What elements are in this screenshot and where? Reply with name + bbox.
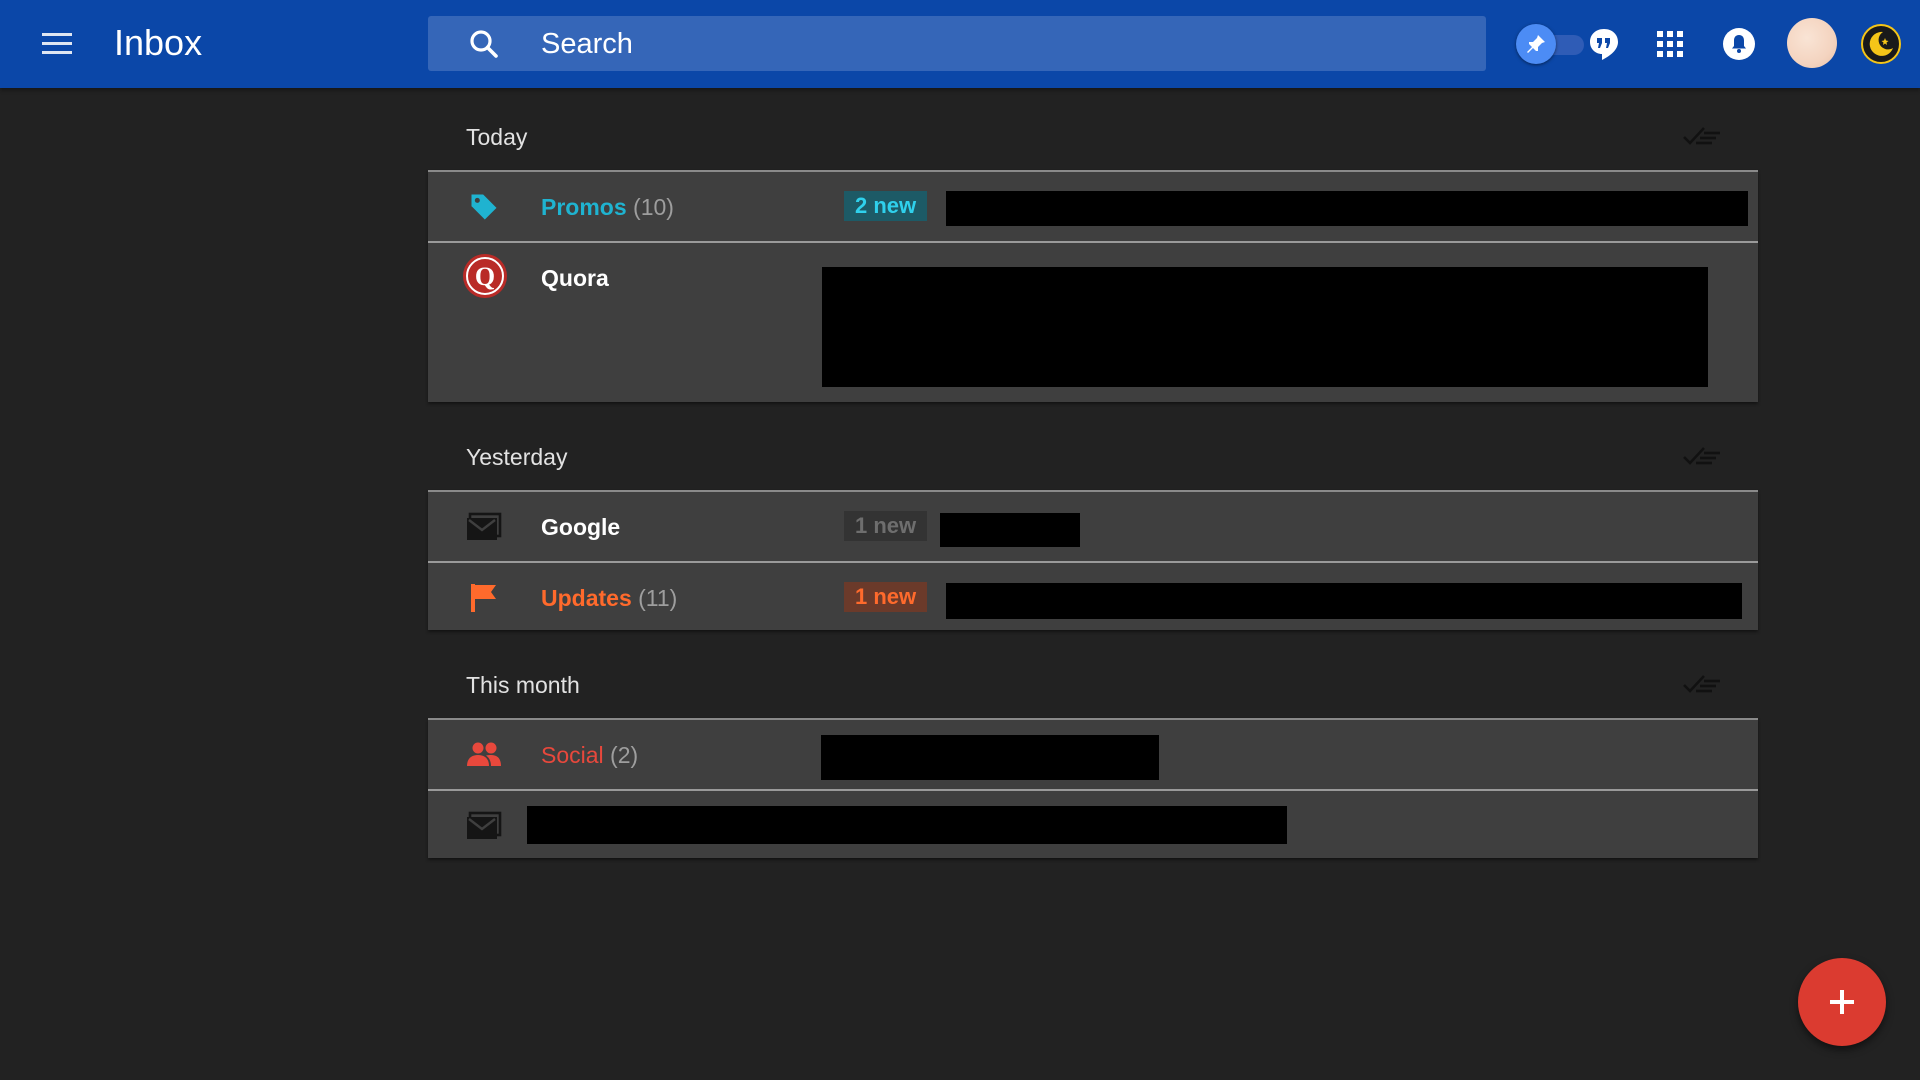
sweep-done-icon[interactable]: [1682, 444, 1722, 468]
section-label: Today: [466, 124, 528, 150]
sender-name: Quora: [541, 265, 609, 291]
bundle-name: Updates (11): [541, 585, 678, 611]
search-bar[interactable]: [428, 16, 1486, 71]
tag-icon: [471, 194, 497, 220]
bundle-name: Social (2): [541, 742, 639, 768]
redacted-preview: [940, 513, 1080, 547]
section-card-this-month: Social (2): [428, 718, 1758, 858]
section-label: Yesterday: [466, 444, 568, 470]
search-icon: [470, 30, 498, 58]
section-header-yesterday: Yesterday: [428, 408, 1758, 490]
hamburger-menu-icon[interactable]: [38, 28, 76, 60]
people-icon: [467, 742, 501, 766]
compose-button[interactable]: [1798, 958, 1886, 1046]
bundle-row-updates[interactable]: Updates (11) 1 new: [428, 561, 1758, 630]
bundle-count: (2): [610, 742, 639, 768]
section-header-this-month: This month: [428, 636, 1758, 718]
section-header-today: Today: [428, 88, 1758, 170]
search-input[interactable]: [541, 26, 1441, 62]
redacted-preview: [822, 267, 1708, 387]
new-count-badge: 1 new: [844, 582, 928, 612]
moon-icon[interactable]: [1861, 24, 1901, 64]
new-count-badge: 1 new: [844, 511, 928, 541]
avatar[interactable]: [1787, 18, 1837, 68]
new-count-badge: 2 new: [844, 191, 928, 221]
bell-icon[interactable]: [1722, 27, 1756, 61]
redacted-preview: [527, 806, 1287, 844]
redacted-preview: [946, 191, 1748, 226]
page-title: Inbox: [114, 22, 203, 63]
bundle-count: (10): [633, 194, 674, 220]
sender-name: Google: [541, 514, 621, 540]
bundle-row-social[interactable]: Social (2): [428, 720, 1758, 789]
redacted-preview: [946, 583, 1742, 619]
section-card-today: Promos (10) 2 new Q Quora: [428, 170, 1758, 402]
message-row-google[interactable]: Google 1 new: [428, 492, 1758, 561]
mail-icon: [467, 811, 502, 839]
plus-icon: [1840, 990, 1844, 1014]
message-row-quora[interactable]: Q Quora: [428, 241, 1758, 402]
apps-grid-icon[interactable]: [1656, 30, 1684, 58]
section-label: This month: [466, 672, 580, 698]
redacted-preview: [821, 735, 1159, 780]
bundle-count: (11): [638, 585, 678, 611]
svg-text:Q: Q: [475, 262, 495, 291]
bundle-row-promos[interactable]: Promos (10) 2 new: [428, 172, 1758, 241]
pinned-toggle[interactable]: [1516, 24, 1588, 64]
app-bar: Inbox: [0, 0, 1920, 88]
flag-icon: [471, 584, 496, 612]
mail-icon: [467, 512, 502, 540]
sweep-done-icon[interactable]: [1682, 124, 1722, 148]
sweep-done-icon[interactable]: [1682, 672, 1722, 696]
section-card-yesterday: Google 1 new Updates (11) 1 new: [428, 490, 1758, 630]
message-row-redacted[interactable]: [428, 789, 1758, 858]
quora-logo-icon: Q: [463, 254, 507, 298]
inbox-list: Today Promos (10) 2 new Q Quora Yesterda…: [428, 88, 1758, 858]
pin-icon: [1516, 24, 1556, 64]
hangouts-quote-icon[interactable]: [1586, 26, 1622, 62]
bundle-name: Promos (10): [541, 194, 674, 220]
